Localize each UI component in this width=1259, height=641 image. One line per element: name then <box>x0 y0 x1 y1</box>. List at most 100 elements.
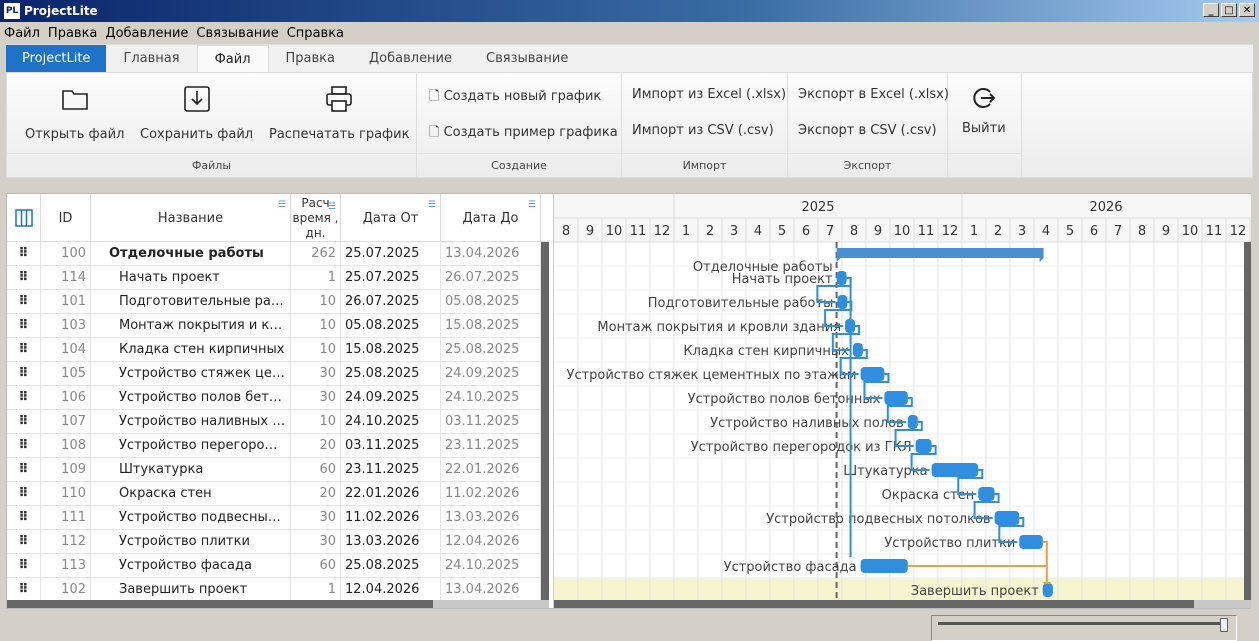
task-name[interactable]: Устройство плитки <box>91 530 291 554</box>
task-date-from[interactable]: 22.01.2026 <box>341 482 441 506</box>
task-date-from[interactable]: 24.09.2025 <box>341 386 441 410</box>
task-date-to[interactable]: 24.10.2025 <box>441 386 541 410</box>
col-name[interactable]: Название ☰ <box>91 194 291 242</box>
table-row[interactable]: ⠿ 103 Монтаж покрытия и кровли здания 10… <box>7 314 541 338</box>
task-date-to[interactable]: 23.11.2025 <box>441 434 541 458</box>
tab-edit[interactable]: Правка <box>269 45 352 72</box>
task-duration[interactable]: 60 <box>291 554 341 578</box>
drag-handle-icon[interactable]: ⠿ <box>7 338 41 362</box>
task-bar[interactable] <box>860 367 885 381</box>
drag-handle-icon[interactable]: ⠿ <box>7 386 41 410</box>
col-from[interactable]: Дата От ☰ <box>341 194 441 242</box>
task-bar[interactable] <box>837 295 848 309</box>
exit-button[interactable]: Выйти <box>962 83 1006 136</box>
task-date-to[interactable]: 15.08.2025 <box>441 314 541 338</box>
task-bar[interactable] <box>915 439 932 453</box>
task-name[interactable]: Штукатурка <box>91 458 291 482</box>
col-to[interactable]: Дата До ☰ <box>441 194 541 242</box>
task-date-to[interactable]: 24.10.2025 <box>441 554 541 578</box>
drag-handle-icon[interactable]: ⠿ <box>7 266 41 290</box>
task-name[interactable]: Окраска стен <box>91 482 291 506</box>
task-duration[interactable]: 10 <box>291 290 341 314</box>
task-bar[interactable] <box>978 487 995 501</box>
task-date-from[interactable]: 25.07.2025 <box>341 266 441 290</box>
task-date-to[interactable]: 13.04.2026 <box>441 578 541 602</box>
tab-link[interactable]: Связывание <box>469 45 585 72</box>
drag-handle-icon[interactable]: ⠿ <box>7 578 41 602</box>
task-duration[interactable]: 30 <box>291 362 341 386</box>
filter-icon[interactable]: ☰ <box>278 200 286 210</box>
task-date-from[interactable]: 25.08.2025 <box>341 554 441 578</box>
task-bar[interactable] <box>931 463 979 477</box>
menu-help[interactable]: Справка <box>287 26 344 41</box>
task-name[interactable]: Кладка стен кирпичных <box>91 338 291 362</box>
filter-icon[interactable]: ☰ <box>328 200 336 215</box>
drag-handle-icon[interactable]: ⠿ <box>7 290 41 314</box>
print-button[interactable]: Распечатать график <box>269 81 409 142</box>
task-duration[interactable]: 30 <box>291 506 341 530</box>
slider-thumb[interactable] <box>1220 618 1228 632</box>
table-row[interactable]: ⠿ 104 Кладка стен кирпичных 10 15.08.202… <box>7 338 541 362</box>
task-duration[interactable]: 20 <box>291 482 341 506</box>
import-csv-button[interactable]: Импорт из CSV (.csv) <box>632 123 774 138</box>
table-row[interactable]: ⠿ 101 Подготовительные работы 10 26.07.2… <box>7 290 541 314</box>
gantt-horizontal-scrollbar[interactable] <box>554 600 1194 608</box>
task-name[interactable]: Монтаж покрытия и кровли здания <box>91 314 291 338</box>
task-date-from[interactable]: 13.03.2026 <box>341 530 441 554</box>
task-bar[interactable] <box>1019 535 1043 549</box>
task-bar[interactable] <box>907 415 918 429</box>
summary-bar[interactable] <box>836 248 1044 262</box>
import-excel-button[interactable]: Импорт из Excel (.xlsx) <box>632 87 786 102</box>
col-duration[interactable]: Расч время , дн. ☰ <box>291 194 341 242</box>
drag-handle-icon[interactable]: ⠿ <box>7 434 41 458</box>
filter-icon[interactable]: ☰ <box>428 200 436 210</box>
task-duration[interactable]: 60 <box>291 458 341 482</box>
task-date-to[interactable]: 13.03.2026 <box>441 506 541 530</box>
table-row[interactable]: ⠿ 109 Штукатурка 60 23.11.2025 22.01.202… <box>7 458 541 482</box>
drag-handle-icon[interactable]: ⠿ <box>7 314 41 338</box>
task-duration[interactable]: 262 <box>291 242 341 266</box>
table-row[interactable]: ⠿ 100 Отделочные работы 262 25.07.2025 1… <box>7 242 541 266</box>
table-row[interactable]: ⠿ 111 Устройство подвесных потолков 30 1… <box>7 506 541 530</box>
table-row[interactable]: ⠿ 107 Устройство наливных полов 10 24.10… <box>7 410 541 434</box>
task-name[interactable]: Устройство наливных полов <box>91 410 291 434</box>
drag-handle-icon[interactable]: ⠿ <box>7 506 41 530</box>
export-excel-button[interactable]: Экспорт в Excel (.xlsx) <box>798 87 949 102</box>
task-duration[interactable]: 30 <box>291 386 341 410</box>
task-date-to[interactable]: 12.04.2026 <box>441 530 541 554</box>
task-date-from[interactable]: 25.08.2025 <box>341 362 441 386</box>
table-row[interactable]: ⠿ 113 Устройство фасада 60 25.08.2025 24… <box>7 554 541 578</box>
filter-icon[interactable]: ☰ <box>528 200 536 210</box>
task-bar[interactable] <box>836 271 847 285</box>
task-date-to[interactable]: 13.04.2026 <box>441 242 541 266</box>
tab-file[interactable]: Файл <box>196 45 269 72</box>
gantt-vertical-scrollbar[interactable] <box>1244 242 1251 600</box>
table-vertical-scrollbar[interactable] <box>541 242 549 600</box>
task-date-from[interactable]: 24.10.2025 <box>341 410 441 434</box>
tab-home[interactable]: Главная <box>106 45 196 72</box>
task-date-from[interactable]: 11.02.2026 <box>341 506 441 530</box>
drag-handle-icon[interactable]: ⠿ <box>7 242 41 266</box>
drag-handle-icon[interactable]: ⠿ <box>7 554 41 578</box>
task-duration[interactable]: 20 <box>291 434 341 458</box>
tab-app[interactable]: ProjectLite <box>6 45 107 72</box>
export-csv-button[interactable]: Экспорт в CSV (.csv) <box>798 123 937 138</box>
task-name[interactable]: Подготовительные работы <box>91 290 291 314</box>
task-name[interactable]: Устройство стяжек цементных по этажам <box>91 362 291 386</box>
close-button[interactable]: ✕ <box>1239 3 1255 17</box>
task-date-to[interactable]: 24.09.2025 <box>441 362 541 386</box>
task-date-from[interactable]: 15.08.2025 <box>341 338 441 362</box>
task-name[interactable]: Устройство перегородок из ГКЛ <box>91 434 291 458</box>
drag-handle-icon[interactable]: ⠿ <box>7 362 41 386</box>
drag-handle-icon[interactable]: ⠿ <box>7 458 41 482</box>
task-bar[interactable] <box>884 391 908 405</box>
task-date-from[interactable]: 05.08.2025 <box>341 314 441 338</box>
table-row[interactable]: ⠿ 102 Завершить проект 1 12.04.2026 13.0… <box>7 578 541 602</box>
task-duration[interactable]: 10 <box>291 410 341 434</box>
drag-handle-icon[interactable]: ⠿ <box>7 482 41 506</box>
task-duration[interactable]: 1 <box>291 578 341 602</box>
task-date-to[interactable]: 25.08.2025 <box>441 338 541 362</box>
task-date-from[interactable]: 26.07.2025 <box>341 290 441 314</box>
zoom-slider[interactable] <box>931 615 1237 641</box>
save-file-button[interactable]: Сохранить файл <box>140 81 253 142</box>
